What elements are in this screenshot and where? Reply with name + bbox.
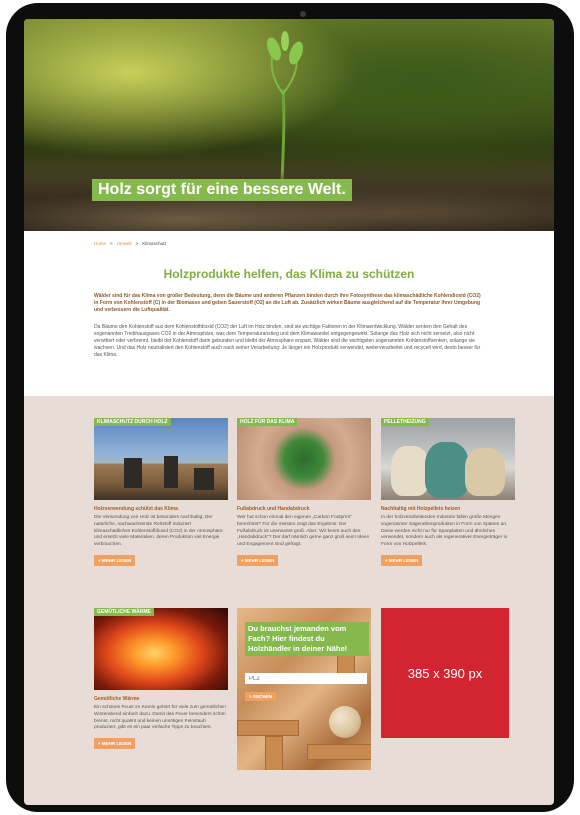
wood-block: [307, 744, 371, 760]
postcode-input[interactable]: [245, 673, 367, 684]
card-text: Die Verwendung von Holz ist besonders na…: [94, 515, 223, 548]
breadcrumb: Home > Umwelt > Klimaschutz: [94, 241, 167, 246]
breadcrumb-home[interactable]: Home: [94, 241, 106, 246]
body-paragraph: Da Bäume den Kohlenstoff aus dem Kohlens…: [94, 324, 481, 358]
hands-circle-image[interactable]: Holz für das Klima: [237, 418, 371, 500]
card-title[interactable]: Fußabdruck und Handabdruck: [237, 506, 371, 512]
page-title: Holzprodukte helfen, das Klima zu schütz…: [163, 267, 415, 281]
window: [124, 458, 142, 488]
card-tag: Gemütliche Wärme: [94, 608, 154, 616]
dealer-search-card: Du brauchst jemanden vom Fach? Hier find…: [237, 608, 371, 770]
pellet-bag: [391, 446, 429, 496]
tablet-frame: Holz sorgt für eine bessere Welt. Home > U…: [6, 3, 574, 812]
card-tag: Pelletheizung: [381, 418, 429, 426]
pellet-bag: [465, 448, 505, 496]
wood-block: [237, 720, 299, 736]
article-card-holz-klima: Holz für das Klima Fußabdruck und Handab…: [237, 418, 371, 567]
card-text: Wer hat schon einmal den eigenen „Carbon…: [237, 515, 370, 548]
pellet-truck-image[interactable]: Pelletheizung: [381, 418, 515, 500]
wood-block: [265, 736, 283, 770]
pellet-bag: [425, 442, 469, 498]
article-card-waerme: Gemütliche Wärme Gemütliche Wärme Ein sc…: [94, 608, 228, 750]
article-card-pellets: Pelletheizung Nachhaltig mit Holzpellets…: [381, 418, 515, 567]
window: [194, 468, 214, 490]
hero-image: Holz sorgt für eine bessere Welt.: [24, 19, 554, 231]
house-image[interactable]: Klimaschutz durch Holz: [94, 418, 228, 500]
card-title[interactable]: Nachhaltig mit Holzpellets heizen: [381, 506, 515, 512]
read-more-button[interactable]: + MEHR LESEN: [94, 738, 136, 750]
read-more-button[interactable]: + MEHR LESEN: [94, 554, 136, 566]
window: [164, 456, 178, 488]
breadcrumb-current: Klimaschutz: [142, 241, 167, 246]
camera-dot: [300, 11, 306, 17]
article-card-klimaschutz: Klimaschutz durch Holz Holzverwendung sc…: [94, 418, 228, 567]
fire-image[interactable]: Gemütliche Wärme: [94, 608, 228, 690]
search-button[interactable]: > SUCHEN: [245, 692, 276, 701]
wood-ball: [329, 706, 361, 738]
read-more-button[interactable]: + MEHR LESEN: [381, 554, 423, 566]
card-text: In der holzverarbeitenden Industrie fall…: [381, 515, 508, 548]
breadcrumb-separator: >: [135, 241, 139, 246]
screen: Holz sorgt für eine bessere Welt. Home > U…: [24, 19, 554, 805]
hero-title: Holz sorgt für eine bessere Welt.: [92, 179, 352, 201]
card-text: Ein schönes Feuer im Kamin gehört für vi…: [94, 705, 226, 731]
intro-section: Home > Umwelt > Klimaschutz Holzprodukte hel…: [24, 231, 554, 396]
card-title[interactable]: Holzverwendung schützt das Klima: [94, 506, 228, 512]
lead-paragraph: Wälder sind für das Klima von großer Bed…: [94, 293, 481, 313]
card-tag: Klimaschutz durch Holz: [94, 418, 171, 426]
card-tag: Holz für das Klima: [237, 418, 298, 426]
ad-placeholder[interactable]: 385 x 390 px: [381, 608, 509, 738]
breadcrumb-umwelt[interactable]: Umwelt: [117, 241, 132, 246]
read-more-button[interactable]: + MEHR LESEN: [237, 554, 279, 566]
dealer-search-question: Du brauchst jemanden vom Fach? Hier find…: [245, 622, 369, 656]
card-title[interactable]: Gemütliche Wärme: [94, 696, 228, 702]
breadcrumb-separator: >: [110, 241, 113, 246]
